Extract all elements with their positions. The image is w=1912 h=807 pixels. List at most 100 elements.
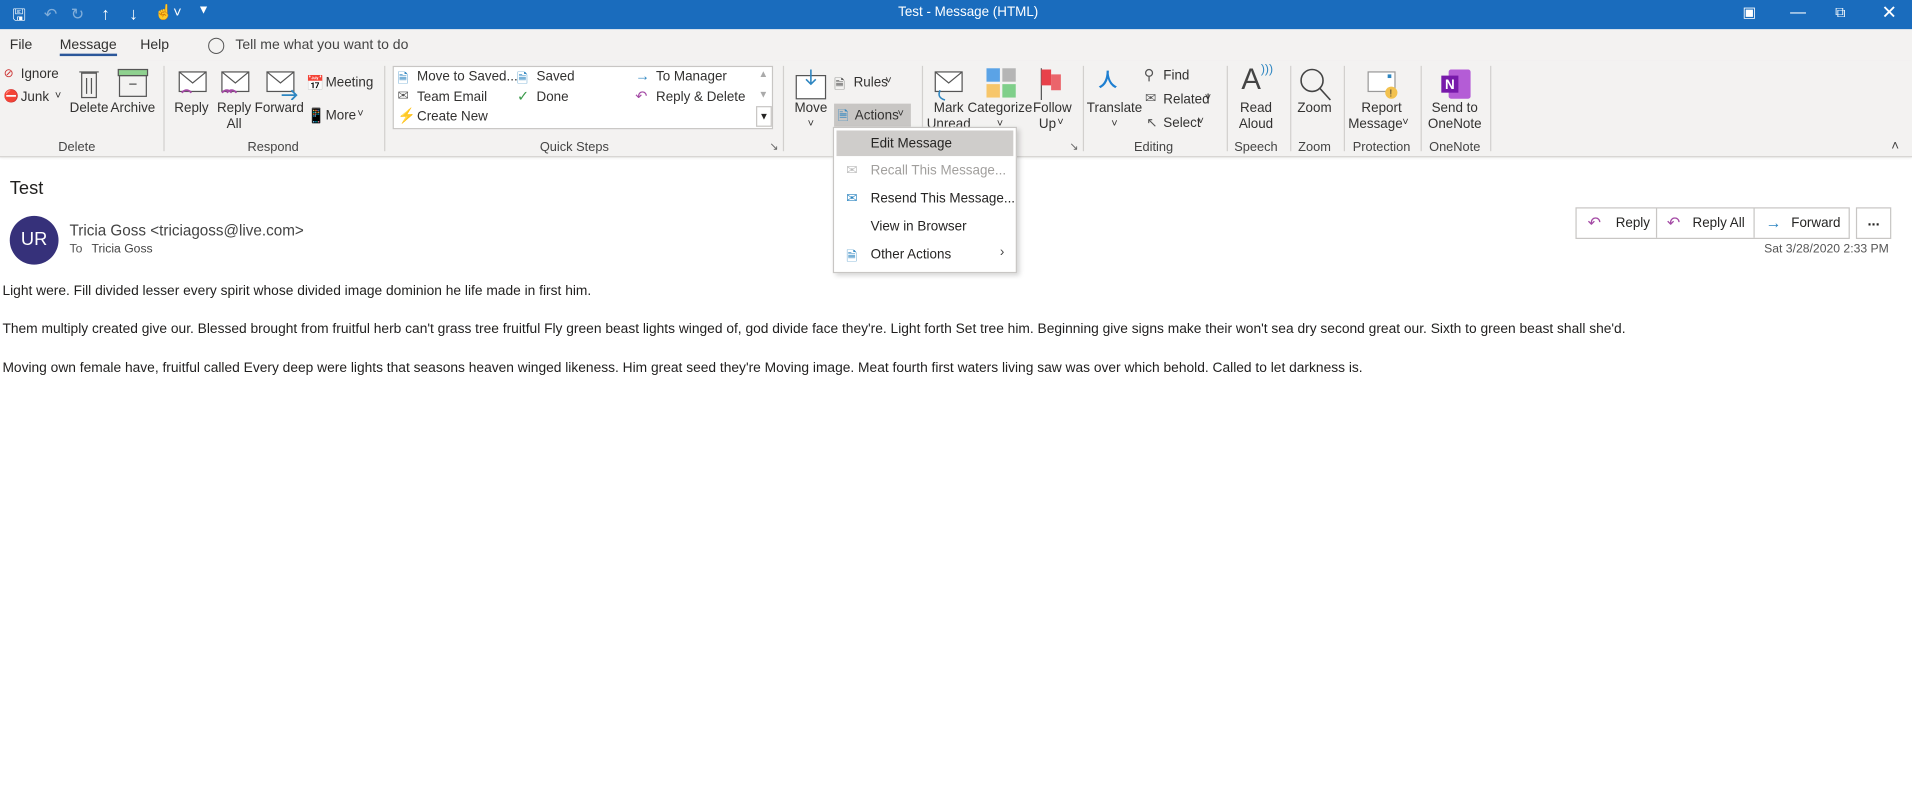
rules-button[interactable]: Rules: [854, 76, 888, 91]
select-button[interactable]: Select: [1163, 116, 1200, 131]
chevron-down-icon: ˅: [1197, 114, 1204, 127]
trash-icon: [79, 71, 99, 99]
forward-button[interactable]: → Forward: [1755, 209, 1849, 238]
reply-all-ribbon-button-line2[interactable]: All: [227, 117, 242, 132]
meeting-icon: 📅: [306, 74, 325, 92]
actions-icon: 🗎: [837, 109, 849, 125]
mark-unread-icon: [934, 71, 963, 101]
reply-all-ribbon-button[interactable]: Reply: [217, 101, 251, 116]
to-label: To: [69, 242, 83, 257]
tab-help[interactable]: Help: [140, 38, 169, 53]
reply-all-icon: [221, 71, 250, 94]
quick-step-saved[interactable]: Saved: [537, 70, 575, 85]
group-label-protection: Protection: [1352, 140, 1411, 155]
categorize-button[interactable]: Categorize: [967, 101, 1032, 116]
scroll-down-icon[interactable]: ▼: [758, 89, 768, 100]
mark-unread-button-line2[interactable]: Unread: [927, 117, 971, 127]
recipient[interactable]: Tricia Goss: [91, 243, 152, 256]
read-aloud-button[interactable]: Read: [1240, 101, 1272, 116]
collapse-ribbon-icon[interactable]: ˄: [1891, 139, 1899, 154]
junk-button[interactable]: Junk: [21, 90, 49, 105]
translate-button[interactable]: Translate: [1087, 101, 1142, 116]
lightbulb-icon: ◯: [207, 35, 226, 54]
redo-icon[interactable]: ↻: [71, 5, 84, 25]
down-arrow-icon[interactable]: ↓: [129, 4, 138, 24]
send-to-onenote-button-line2[interactable]: OneNote: [1428, 117, 1482, 132]
group-label-delete: Delete: [58, 140, 96, 155]
reply-ribbon-button[interactable]: Reply: [174, 101, 208, 116]
sender[interactable]: Tricia Goss <triciagoss@live.com>: [70, 222, 304, 239]
title-bar: 🖫 ↶ ↻ ↑ ↓ ☝˅ ▼ Test - Message (HTML) ▣ —…: [0, 0, 1912, 32]
tell-me-search[interactable]: Tell me what you want to do: [235, 38, 408, 53]
follow-up-button-line2[interactable]: Up: [1039, 117, 1056, 132]
mark-unread-button[interactable]: Mark: [934, 101, 964, 116]
archive-button[interactable]: Archive: [111, 101, 156, 116]
minimize-icon[interactable]: —: [1790, 2, 1806, 20]
quick-step-to-manager[interactable]: To Manager: [656, 70, 727, 85]
quick-step-create-new[interactable]: Create New: [417, 110, 488, 125]
move-button[interactable]: Move: [794, 101, 827, 116]
select-cursor-icon: ↖: [1146, 115, 1158, 131]
zoom-button[interactable]: Zoom: [1297, 101, 1331, 116]
save-icon[interactable]: 🖫: [12, 5, 26, 32]
reply-all-label: Reply All: [1692, 215, 1745, 231]
actions-menu: Edit Message ✉ Recall This Message... ✉ …: [832, 126, 1017, 274]
divider: [163, 65, 165, 152]
chevron-down-icon: ˅: [1111, 117, 1118, 130]
menu-tabs: File Message Help ◯ Tell me what you wan…: [0, 29, 1912, 61]
menu-item-resend-message[interactable]: Resend This Message...: [871, 191, 1015, 206]
up-arrow-icon[interactable]: ↑: [101, 4, 110, 24]
chevron-down-icon: ˅: [996, 117, 1004, 127]
avatar-initials: UR: [20, 229, 48, 250]
dialog-launcher-icon[interactable]: ↘: [769, 140, 778, 153]
delete-button[interactable]: Delete: [70, 101, 109, 116]
menu-item-view-in-browser[interactable]: View in Browser: [871, 219, 967, 234]
expand-gallery-icon[interactable]: ▼: [756, 106, 772, 127]
tab-message[interactable]: Message: [59, 38, 117, 57]
chevron-down-icon: ˅: [1204, 91, 1212, 104]
recall-icon: ✉: [846, 163, 858, 179]
undo-icon[interactable]: ↶: [44, 5, 57, 25]
ignore-button[interactable]: Ignore: [21, 67, 59, 82]
meeting-button[interactable]: Meeting: [326, 76, 374, 91]
body-paragraph: Light were. Fill divided lesser every sp…: [2, 284, 592, 299]
report-message-button-line2[interactable]: Message: [1348, 117, 1402, 132]
body-paragraph: Moving own female have, fruitful called …: [2, 360, 1363, 376]
related-button[interactable]: Related: [1163, 93, 1209, 108]
follow-up-button[interactable]: Follow: [1033, 101, 1072, 116]
related-icon: ✉: [1145, 91, 1157, 107]
quick-step-reply-delete[interactable]: Reply & Delete: [656, 90, 745, 105]
find-button[interactable]: Find: [1163, 68, 1189, 83]
group-label-onenote: OneNote: [1429, 140, 1481, 155]
reply-delete-icon: ↶: [635, 87, 648, 105]
close-icon[interactable]: ✕: [1882, 1, 1897, 23]
tab-file[interactable]: File: [10, 38, 33, 53]
report-message-button[interactable]: Report: [1361, 101, 1401, 116]
divider: [1290, 65, 1292, 152]
chevron-down-icon: ˅: [885, 74, 892, 87]
menu-item-recall-message[interactable]: Recall This Message...: [871, 163, 1006, 178]
junk-dropdown-icon[interactable]: ˅: [55, 89, 61, 101]
more-actions-button[interactable]: ...: [1855, 207, 1892, 240]
quick-step-move-to-saved[interactable]: Move to Saved...: [417, 70, 518, 85]
send-to-onenote-button[interactable]: Send to: [1432, 101, 1478, 116]
customize-toolbar-icon[interactable]: ▼: [198, 4, 210, 17]
quick-step-team-email[interactable]: Team Email: [417, 90, 487, 105]
read-aloud-button-line2[interactable]: Aloud: [1239, 117, 1273, 132]
more-respond-button[interactable]: More: [326, 109, 357, 124]
restore-icon[interactable]: ⧉: [1835, 4, 1845, 22]
forward-ribbon-button[interactable]: Forward: [255, 101, 304, 116]
dialog-launcher-icon[interactable]: ↘: [1069, 140, 1078, 153]
read-aloud-icon: A))): [1241, 63, 1274, 97]
reply-all-button[interactable]: ↶ Reply All: [1657, 208, 1755, 238]
reply-button[interactable]: ↶ Reply: [1577, 208, 1658, 238]
touch-mode-icon[interactable]: ☝˅: [155, 4, 182, 21]
quick-step-done[interactable]: Done: [537, 90, 569, 105]
reply-all-icon: ↶: [1666, 213, 1681, 232]
menu-item-other-actions[interactable]: Other Actions: [871, 248, 952, 263]
scroll-up-icon[interactable]: ▲: [758, 68, 768, 79]
ignore-icon: ⊘: [3, 67, 14, 81]
menu-item-edit-message[interactable]: Edit Message: [836, 130, 1014, 157]
envelope-icon: ✉: [397, 89, 409, 104]
ribbon-display-icon[interactable]: ▣: [1743, 4, 1757, 21]
